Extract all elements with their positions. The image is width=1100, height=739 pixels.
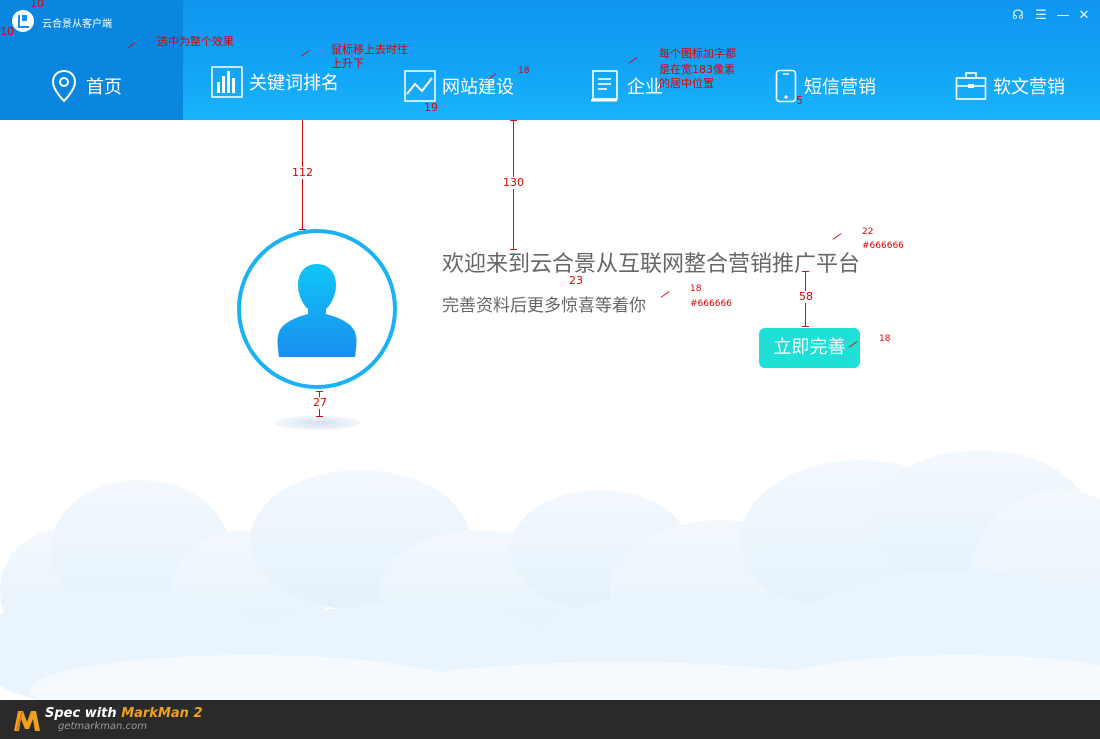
annotation-logo-left: 10: [0, 25, 14, 38]
annotation-arrow: [660, 291, 670, 298]
annotation-btn-size: 18: [879, 334, 891, 344]
annotation-title-top: 130: [502, 176, 525, 189]
annotation-arrow: [832, 233, 842, 240]
app-logo-icon: [12, 10, 34, 32]
annotation-avatar-top: 112: [291, 166, 314, 179]
avatar[interactable]: [237, 229, 397, 389]
close-icon[interactable]: ✕: [1076, 8, 1092, 24]
app-title: 云合景从客户端: [42, 19, 112, 30]
menu-icon[interactable]: ☰: [1033, 8, 1049, 24]
annotation-hover-note-1: 鼠标移上去时往: [331, 43, 408, 56]
nav-item-enterprise[interactable]: 企业: [589, 62, 663, 110]
annotation-active-note: 选中为整个效果: [157, 35, 234, 48]
nav-label-home: 首页: [86, 77, 122, 98]
annotation-line-gap: 23: [569, 274, 583, 287]
annotation-sub-size: 18: [690, 284, 702, 294]
nav-item-keyword-ranking[interactable]: 关键词排名: [211, 58, 339, 106]
nav-label-website-building: 网站建设: [442, 77, 514, 98]
line-chart-icon: [404, 69, 436, 103]
nav-item-home[interactable]: 首页: [48, 62, 122, 110]
markman-brand: MarkMan 2: [121, 706, 203, 721]
markman-url: getmarkman.com: [58, 721, 147, 732]
phone-icon: [774, 69, 798, 103]
annotation-icon-size: 18: [518, 66, 530, 76]
markman-footer: Spec with MarkMan 2 getmarkman.com: [0, 700, 1100, 739]
nav-label-keyword-ranking: 关键词排名: [249, 73, 339, 94]
annotation-width-note-2: 是在宽183像素: [659, 63, 735, 76]
dimension-cap: [316, 391, 323, 392]
complete-profile-button[interactable]: 立即完善: [759, 328, 860, 368]
dimension-cap: [510, 120, 517, 121]
cloud-background: [0, 450, 1100, 700]
bar-chart-icon: [211, 65, 243, 99]
welcome-subtext: 完善资料后更多惊喜等着你: [442, 296, 646, 316]
nav-item-article-marketing[interactable]: 软文营销: [955, 62, 1065, 110]
avatar-shadow: [275, 416, 360, 430]
annotation-hover-note-2: 上升下: [331, 57, 364, 70]
nav-label-sms-marketing: 短信营销: [804, 77, 876, 98]
welcome-title: 欢迎来到云合景从互联网整合营销推广平台: [442, 252, 861, 277]
headset-icon[interactable]: ☊: [1010, 8, 1026, 24]
annotation-btn-gap: 58: [798, 290, 814, 303]
markman-prefix: Spec with: [45, 706, 122, 721]
annotation-icon-text-gap: 5: [796, 94, 803, 107]
annotation-width-note-1: 每个图标加字都: [659, 47, 736, 60]
nav-label-enterprise: 企业: [627, 77, 663, 98]
document-icon: [589, 69, 621, 103]
markman-logo-icon: [14, 711, 40, 731]
minimize-icon[interactable]: —: [1055, 8, 1071, 24]
annotation-width-note-3: 的居中位置: [659, 77, 714, 90]
dimension-cap: [316, 416, 323, 417]
annotation-title-size: 22: [862, 227, 874, 237]
nav-item-sms-marketing[interactable]: 短信营销: [774, 62, 876, 110]
location-pin-icon: [48, 69, 80, 103]
header-bar: 云合景从客户端 ☊ ☰ — ✕ 首页 关键词排名 网站建设 企业 短信营销 软文…: [0, 0, 1100, 120]
annotation-icon-gap: 19: [424, 101, 438, 114]
annotation-avatar-bottom: 27: [312, 396, 328, 409]
dimension-cap: [802, 326, 809, 327]
annotation-title-color: #666666: [862, 241, 904, 251]
nav-item-website-building[interactable]: 网站建设: [404, 62, 514, 110]
briefcase-icon: [955, 69, 987, 103]
dimension-cap: [802, 271, 809, 272]
nav-label-article-marketing: 软文营销: [993, 77, 1065, 98]
user-silhouette-icon: [277, 264, 357, 357]
annotation-logo-top: 10: [30, 0, 44, 10]
annotation-sub-color: #666666: [690, 299, 732, 309]
markman-title: Spec with MarkMan 2: [45, 706, 203, 721]
